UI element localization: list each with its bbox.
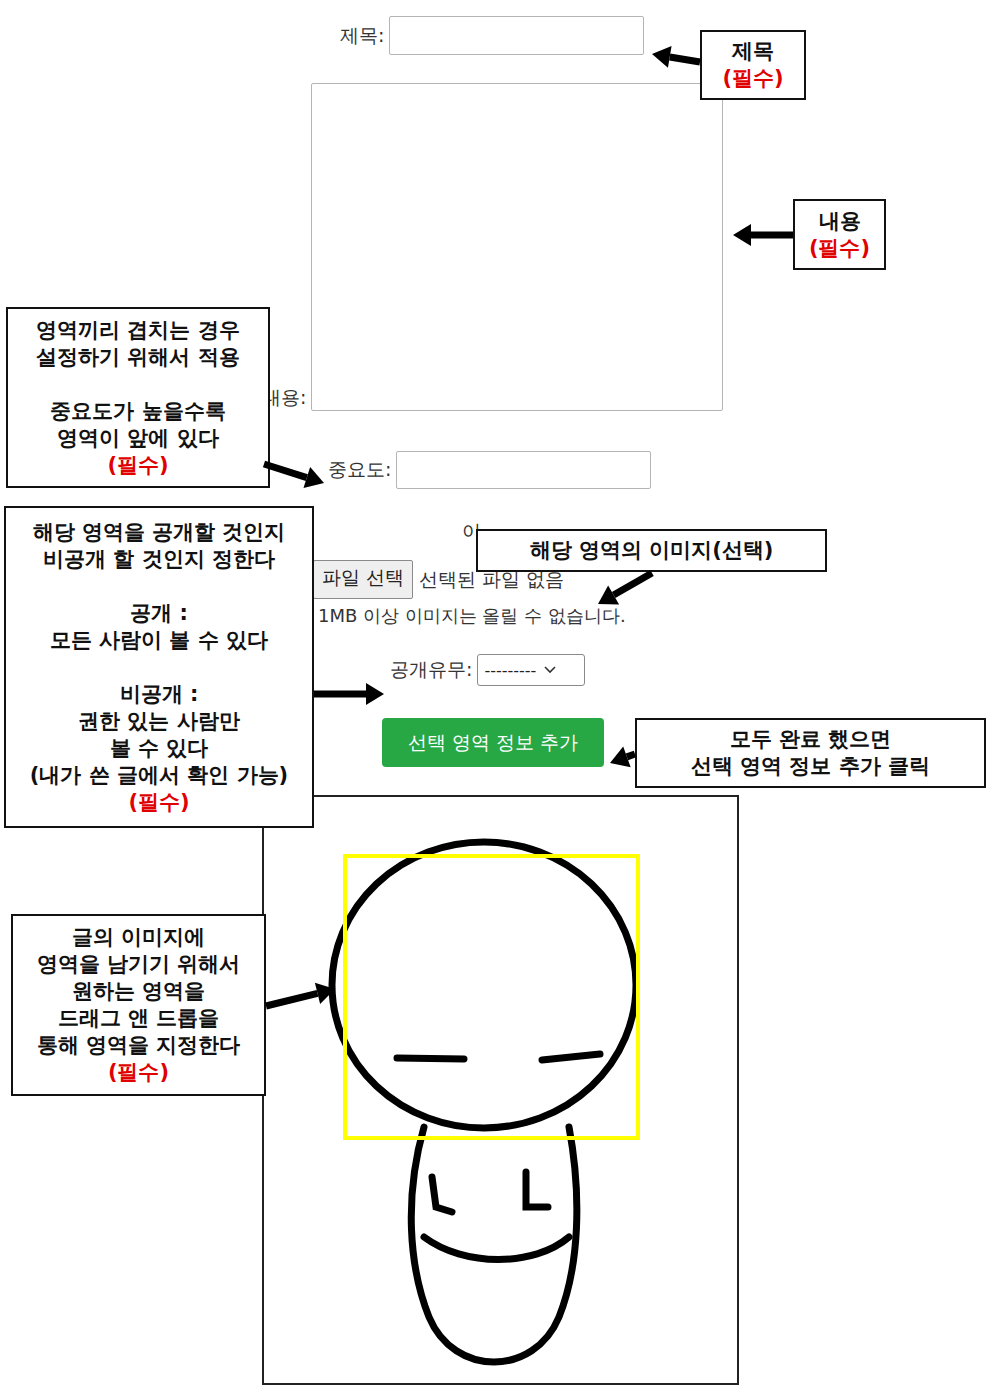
required-label: (필수) (801, 235, 878, 262)
callout-line: 비공개 : (12, 681, 306, 708)
callout-line: 통해 영역을 지정한다 (19, 1032, 258, 1059)
callout-line: 볼 수 있다 (12, 735, 306, 762)
callout-paragraph: 제목 (708, 38, 798, 65)
callout-paragraph: 해당 영역을 공개할 것인지비공개 할 것인지 정한다 (12, 519, 306, 573)
callout-paragraph: 중요도가 높을수록영역이 앞에 있다 (14, 398, 262, 452)
title-callout: 제목(필수) (700, 30, 806, 100)
add-region-button[interactable]: 선택 영역 정보 추가 (382, 718, 604, 767)
public-select-value: --------- (484, 661, 536, 680)
public-label: 공개유무: (390, 657, 472, 683)
required-label: (필수) (19, 1059, 258, 1086)
arrow-icon (314, 683, 384, 705)
arrow-icon (733, 224, 793, 246)
importance-label: 중요도: (328, 457, 391, 483)
callout-line: (내가 쓴 글에서 확인 가능) (12, 762, 306, 789)
callout-line: 해당 영역의 이미지(선택) (484, 537, 819, 564)
image-canvas[interactable] (262, 795, 739, 1385)
arrow-icon (266, 983, 335, 1006)
chevron-down-icon (544, 666, 556, 674)
callout-line: 영역을 남기기 위해서 (19, 951, 258, 978)
required-label: (필수) (12, 789, 306, 816)
complete-callout: 모두 완료 했으면선택 영역 정보 추가 클릭 (635, 718, 986, 788)
callout-paragraph: 모두 완료 했으면선택 영역 정보 추가 클릭 (643, 726, 978, 780)
drag-callout: 글의 이미지에영역을 남기기 위해서원하는 영역을드래그 앤 드롭을통해 영역을… (11, 914, 266, 1096)
arrow-icon (598, 573, 652, 605)
title-row: 제목: (0, 16, 998, 55)
callout-paragraph: 영역끼리 겹치는 경우설정하기 위해서 적용 (14, 317, 262, 371)
callout-line: 모든 사람이 볼 수 있다 (12, 627, 306, 654)
title-input[interactable] (389, 16, 644, 55)
arrow-icon (652, 46, 700, 68)
callout-line: 내용 (801, 208, 878, 235)
figure-drawing (264, 797, 737, 1383)
callout-line: 설정하기 위해서 적용 (14, 344, 262, 371)
importance-callout: 영역끼리 겹치는 경우설정하기 위해서 적용중요도가 높을수록영역이 앞에 있다… (6, 307, 270, 488)
callout-paragraph: 해당 영역의 이미지(선택) (484, 537, 819, 564)
callout-line: 원하는 영역을 (19, 978, 258, 1005)
callout-line: 비공개 할 것인지 정한다 (12, 546, 306, 573)
callout-paragraph: 글의 이미지에영역을 남기기 위해서원하는 영역을드래그 앤 드롭을통해 영역을… (19, 924, 258, 1059)
file-note: 1MB 이상 이미지는 올릴 수 없습니다. (318, 604, 626, 628)
title-label: 제목: (340, 23, 384, 49)
image-callout: 해당 영역의 이미지(선택) (476, 529, 827, 572)
required-label: (필수) (708, 65, 798, 92)
callout-paragraph: 공개 :모든 사람이 볼 수 있다 (12, 600, 306, 654)
callout-line: 선택 영역 정보 추가 클릭 (643, 753, 978, 780)
content-callout: 내용(필수) (793, 199, 886, 270)
callout-line: 영역이 앞에 있다 (14, 425, 262, 452)
file-select-button[interactable]: 파일 선택 (313, 560, 413, 599)
callout-paragraph: 내용 (801, 208, 878, 235)
arrow-icon (610, 747, 635, 768)
callout-line: 공개 : (12, 600, 306, 627)
callout-line: 드래그 앤 드롭을 (19, 1005, 258, 1032)
callout-line: 글의 이미지에 (19, 924, 258, 951)
callout-line: 중요도가 높을수록 (14, 398, 262, 425)
content-textarea[interactable] (311, 83, 723, 411)
required-label: (필수) (14, 452, 262, 479)
callout-paragraph: 비공개 :권한 있는 사람만볼 수 있다(내가 쓴 글에서 확인 가능) (12, 681, 306, 789)
callout-line: 영역끼리 겹치는 경우 (14, 317, 262, 344)
selection-rectangle[interactable] (345, 856, 638, 1138)
public-callout: 해당 영역을 공개할 것인지비공개 할 것인지 정한다공개 :모든 사람이 볼 … (4, 506, 314, 828)
callout-line: 권한 있는 사람만 (12, 708, 306, 735)
public-select[interactable]: --------- (477, 654, 585, 686)
callout-line: 제목 (708, 38, 798, 65)
importance-input[interactable] (396, 451, 651, 489)
callout-line: 해당 영역을 공개할 것인지 (12, 519, 306, 546)
arrow-icon (264, 464, 324, 488)
callout-line: 모두 완료 했으면 (643, 726, 978, 753)
